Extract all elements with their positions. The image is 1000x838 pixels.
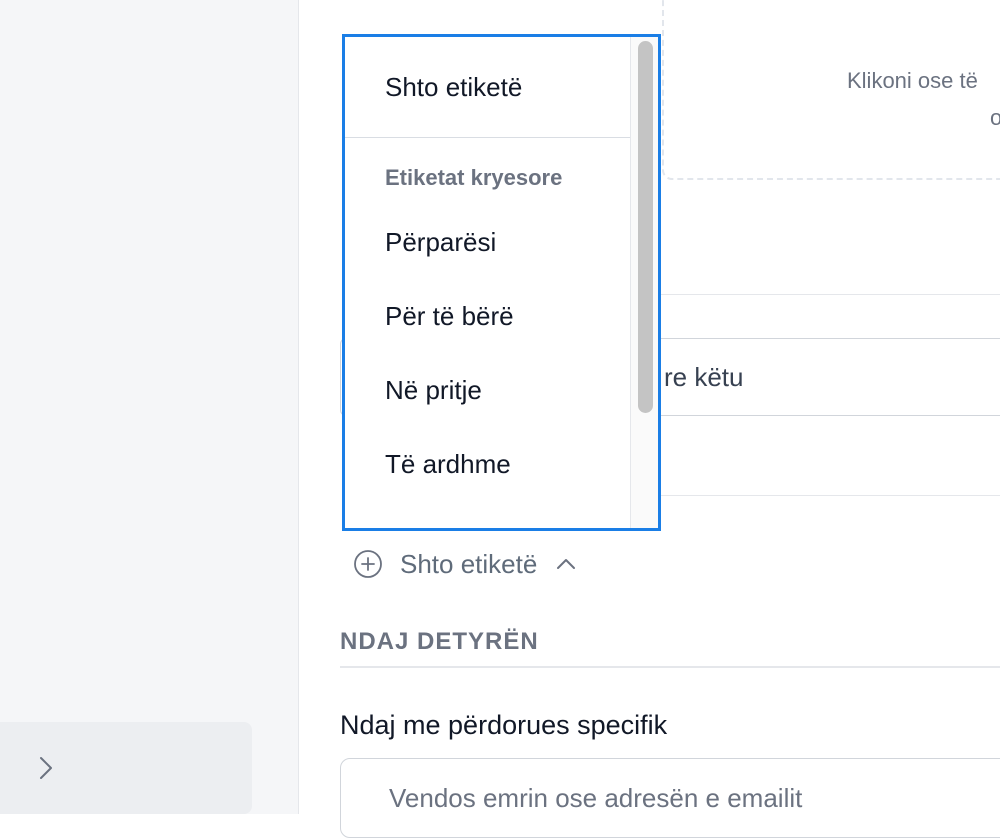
upload-instruction: Klikoni ose të — [847, 68, 978, 93]
add-label-text: Shto etiketë — [400, 548, 538, 579]
share-user-input[interactable] — [340, 758, 1000, 838]
sidebar — [0, 0, 299, 814]
dropdown-group-header: Etiketat kryesore — [385, 165, 563, 190]
note-placeholder: re këtu — [664, 362, 744, 392]
dropdown-item-priority[interactable]: Përparësi — [385, 227, 496, 258]
dropdown-scrollbar-thumb[interactable] — [638, 41, 653, 413]
add-label-button[interactable]: Shto etiketë — [352, 544, 577, 584]
divider — [340, 666, 1000, 668]
dropdown-scrollbar[interactable] — [630, 37, 658, 528]
chevron-up-icon — [557, 559, 576, 569]
chevron-right-icon — [40, 757, 52, 779]
dropdown-add-label-option[interactable]: Shto etiketë — [345, 37, 630, 138]
share-field-label: Ndaj me përdorues specifik — [340, 710, 668, 740]
upload-instruction-cont: o — [990, 105, 1000, 130]
plus-circle-icon — [354, 550, 382, 578]
dropdown-item-future[interactable]: Të ardhme — [385, 449, 511, 480]
share-section-title: NDAJ DETYRËN — [340, 628, 539, 655]
divider — [660, 294, 1000, 295]
dropdown-item-pending[interactable]: Në pritje — [385, 375, 482, 406]
sidebar-expand-button[interactable] — [0, 722, 252, 814]
labels-dropdown: Shto etiketë Etiketat kryesore Përparësi… — [342, 34, 661, 531]
dropdown-item-todo[interactable]: Për të bërë — [385, 301, 514, 332]
divider — [660, 495, 1000, 496]
